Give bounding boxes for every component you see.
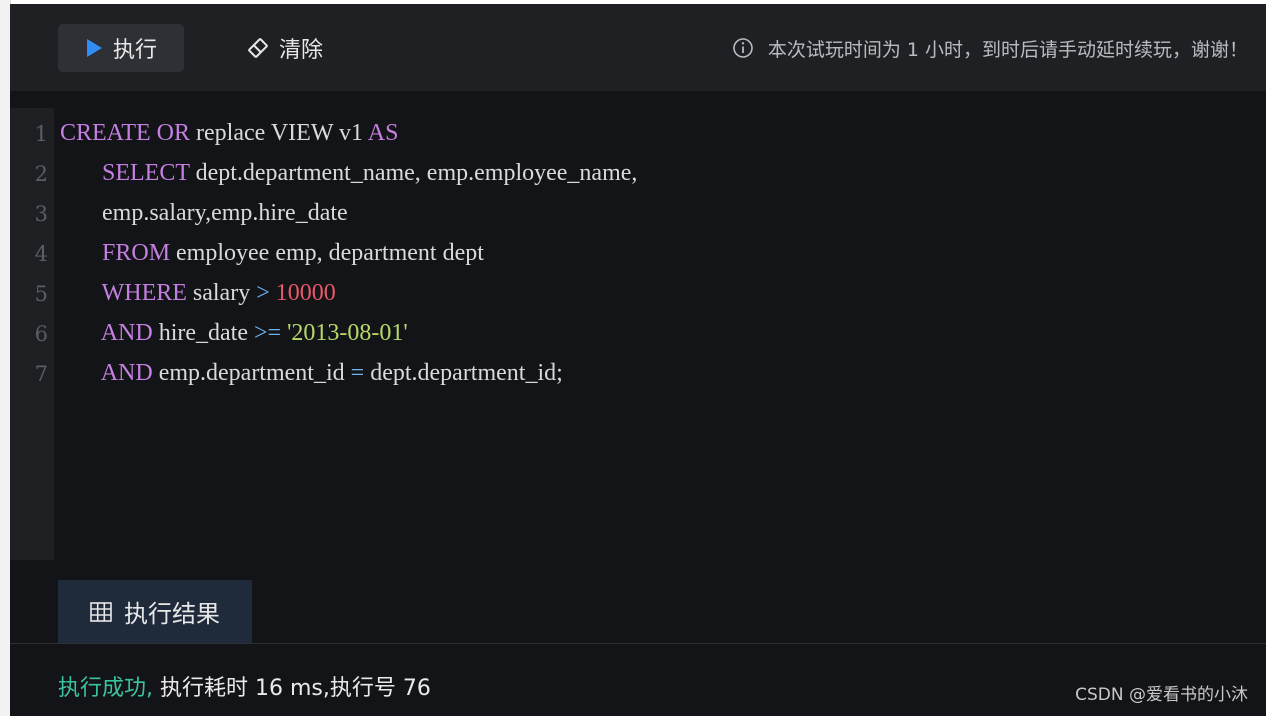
- code-token-op: >=: [253, 320, 282, 346]
- code-line: emp.salary,emp.hire_date: [60, 200, 348, 227]
- clear-button[interactable]: 清除: [230, 24, 340, 72]
- tab-execution-result-label: 执行结果: [124, 600, 220, 628]
- code-token-op: >: [256, 280, 270, 306]
- line-number: 5: [34, 282, 48, 306]
- code-token-kw: WHERE: [101, 280, 187, 306]
- code-token: emp.salary,emp.hire_date: [60, 200, 348, 226]
- run-button-label: 执行: [112, 38, 157, 63]
- code-token: replace VIEW v1: [196, 120, 368, 146]
- code-token: salary: [186, 280, 257, 306]
- line-number: 7: [34, 362, 48, 386]
- tab-execution-result[interactable]: 执行结果: [58, 580, 252, 643]
- code-token: dept.department_id;: [364, 360, 563, 386]
- code-line: AND hire_date >= '2013-08-01': [60, 320, 408, 347]
- clear-button-label: 清除: [278, 38, 323, 63]
- run-button[interactable]: 执行: [58, 24, 184, 72]
- code-token-kw: FROM: [102, 240, 171, 266]
- code-line: CREATE OR replace VIEW v1 AS: [60, 120, 398, 147]
- line-number: 6: [34, 322, 48, 346]
- line-number: 2: [34, 162, 48, 186]
- status-success: 执行成功,: [58, 676, 153, 701]
- play-icon: [85, 38, 103, 58]
- line-number: 1: [34, 122, 48, 146]
- line-number: 3: [34, 202, 48, 226]
- code-token: dept.department_name, emp.employee_name,: [189, 160, 638, 186]
- table-icon: [90, 601, 112, 622]
- trial-notice-text: 本次试玩时间为 1 小时，到时后请手动延时续玩，谢谢！: [767, 38, 1248, 61]
- line-number: 4: [34, 242, 48, 266]
- eraser-icon: [247, 37, 269, 59]
- code-token-op: =: [350, 360, 365, 386]
- code-token: employee emp, department dept: [170, 240, 484, 266]
- code-token: emp.department_id: [152, 360, 351, 386]
- watermark: CSDN @爱看书的小沐: [1075, 685, 1248, 705]
- status-detail: 执行耗时 16 ms,执行号 76: [153, 676, 431, 701]
- line-number-gutter: 1 2 3 4 5 6 7: [10, 108, 54, 560]
- sql-playground: 执行 清除 本次试玩时间为 1 小时，到时后请手动延时续玩，谢谢！ 1 2 3 …: [10, 4, 1266, 716]
- code-line: SELECT dept.department_name, emp.employe…: [60, 160, 637, 187]
- trial-notice: 本次试玩时间为 1 小时，到时后请手动延时续玩，谢谢！: [732, 34, 1248, 62]
- sql-editor[interactable]: 1 2 3 4 5 6 7 CREATE OR replace VIEW v1 …: [10, 108, 1266, 560]
- code-line: AND emp.department_id = dept.department_…: [60, 360, 563, 387]
- code-token: hire_date: [152, 320, 254, 346]
- code-line: FROM employee emp, department dept: [60, 240, 484, 267]
- code-token-num: 10000: [275, 280, 336, 306]
- execution-status: 执行成功, 执行耗时 16 ms,执行号 76: [58, 670, 431, 702]
- code-token-kw: AND: [100, 360, 153, 386]
- code-token-kw: OR: [150, 120, 197, 146]
- code-token-str: '2013-08-01': [287, 320, 408, 346]
- code-token-kw: CREATE: [60, 120, 151, 146]
- info-icon: [732, 37, 754, 59]
- toolbar: 执行 清除 本次试玩时间为 1 小时，到时后请手动延时续玩，谢谢！: [10, 4, 1266, 91]
- results-divider: [10, 643, 1266, 644]
- code-token-kw: AS: [367, 120, 399, 146]
- code-line: WHERE salary > 10000: [60, 280, 336, 307]
- code-token-kw: SELECT: [102, 160, 190, 186]
- code-token-kw: AND: [100, 320, 153, 346]
